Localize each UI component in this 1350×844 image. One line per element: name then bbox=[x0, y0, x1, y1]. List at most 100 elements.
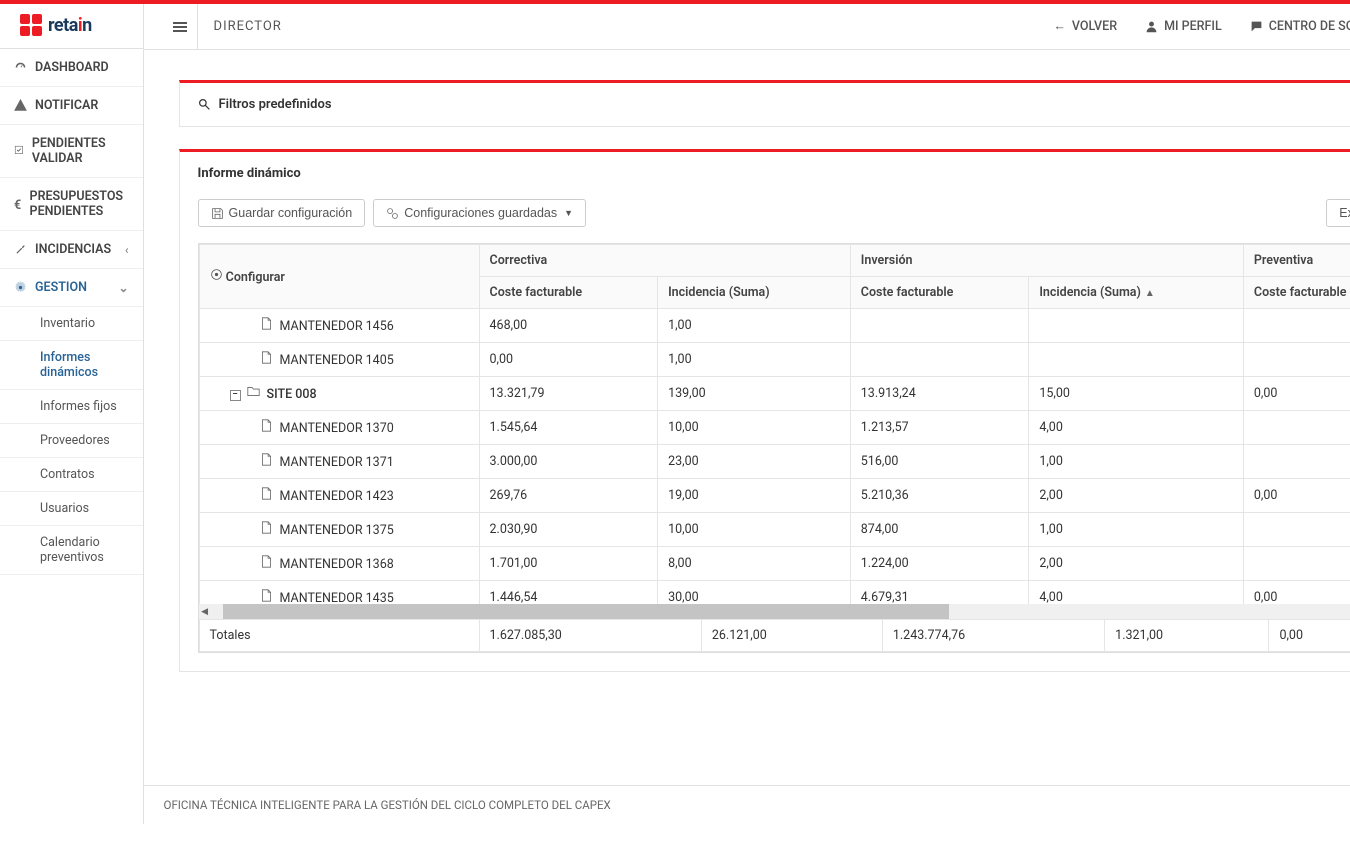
cell: 13.913,24 bbox=[850, 377, 1029, 411]
cell: 269,76 bbox=[479, 479, 658, 513]
support-link[interactable]: CENTRO DE SOPORTE bbox=[1250, 19, 1350, 34]
logo: retain bbox=[0, 4, 143, 49]
subnav-inventario[interactable]: Inventario bbox=[0, 307, 143, 341]
horizontal-scrollbar[interactable]: ◀ ▶ bbox=[199, 604, 1350, 619]
cell bbox=[1029, 343, 1244, 377]
cell: 4.679,31 bbox=[850, 581, 1029, 605]
scroll-left-icon: ◀ bbox=[199, 607, 211, 617]
hamburger-icon bbox=[173, 22, 187, 32]
subnav-informes-dinamicos[interactable]: Informes dinámicos bbox=[0, 341, 143, 390]
cell bbox=[1243, 411, 1350, 445]
cell: 1.701,00 bbox=[479, 547, 658, 581]
file-icon bbox=[260, 555, 274, 568]
file-icon bbox=[260, 351, 274, 364]
subnav-calendario[interactable]: Calendario preventivos bbox=[0, 526, 143, 575]
nav-incidencias[interactable]: INCIDENCIAS‹ bbox=[0, 231, 143, 269]
totals-corr-inc: 26.121,00 bbox=[701, 620, 882, 652]
cell: 0,00 bbox=[1243, 581, 1350, 605]
cell: 1.446,54 bbox=[479, 581, 658, 605]
gauge-icon bbox=[14, 61, 27, 74]
save-config-button[interactable]: Guardar configuración bbox=[198, 199, 366, 227]
filters-toggle[interactable]: Filtros predefinidos ⌄ bbox=[180, 83, 1350, 126]
cell: 468,00 bbox=[479, 309, 658, 343]
menu-toggle[interactable] bbox=[164, 4, 198, 50]
table-row[interactable]: MANTENEDOR 1423269,7619,005.210,362,000,… bbox=[199, 479, 1350, 513]
folder-icon bbox=[247, 385, 261, 398]
subnav-usuarios[interactable]: Usuarios bbox=[0, 492, 143, 526]
logo-icon bbox=[20, 14, 42, 36]
profile-link[interactable]: MI PERFIL bbox=[1145, 19, 1222, 34]
nav-dashboard[interactable]: DASHBOARD bbox=[0, 49, 143, 87]
nav-presupuestos[interactable]: €PRESUPUESTOS PENDIENTES bbox=[0, 178, 143, 231]
cell: 3.000,00 bbox=[479, 445, 658, 479]
nav-notificar[interactable]: NOTIFICAR bbox=[0, 87, 143, 125]
totals-prev-cost: 0,00 bbox=[1269, 620, 1350, 652]
cell: 15,00 bbox=[1029, 377, 1244, 411]
table-row[interactable]: MANTENEDOR 14050,001,00 bbox=[199, 343, 1350, 377]
cell bbox=[1243, 309, 1350, 343]
cell: 0,00 bbox=[1243, 479, 1350, 513]
cell: 0,00 bbox=[479, 343, 658, 377]
gear-icon bbox=[210, 268, 223, 281]
table-row[interactable]: −SITE 00813.321,79139,0013.913,2415,000,… bbox=[199, 377, 1350, 411]
header: DIRECTOR ←VOLVER MI PERFIL CENTRO DE SOP… bbox=[144, 4, 1350, 50]
subnav-proveedores[interactable]: Proveedores bbox=[0, 424, 143, 458]
file-icon bbox=[260, 487, 274, 500]
subnav-contratos[interactable]: Contratos bbox=[0, 458, 143, 492]
sort-asc-icon: ▲ bbox=[1145, 288, 1155, 299]
sidebar: retain DASHBOARD NOTIFICAR PENDIENTES VA… bbox=[0, 4, 144, 824]
table-row[interactable]: MANTENEDOR 13681.701,008,001.224,002,00 bbox=[199, 547, 1350, 581]
cell: 19,00 bbox=[658, 479, 851, 513]
subnav-informes-fijos[interactable]: Informes fijos bbox=[0, 390, 143, 424]
comment-icon bbox=[1250, 20, 1263, 33]
back-link[interactable]: ←VOLVER bbox=[1053, 19, 1117, 34]
table-row[interactable]: MANTENEDOR 13713.000,0023,00516,001,00 bbox=[199, 445, 1350, 479]
table-row[interactable]: MANTENEDOR 14351.446,5430,004.679,314,00… bbox=[199, 581, 1350, 605]
collapse-icon[interactable]: − bbox=[230, 390, 241, 401]
chevron-down-icon: ⌄ bbox=[118, 281, 128, 295]
col-corr-coste[interactable]: Coste facturable bbox=[479, 277, 658, 309]
cell: 10,00 bbox=[658, 411, 851, 445]
group-preventiva[interactable]: Preventiva bbox=[1243, 245, 1350, 277]
col-inv-coste[interactable]: Coste facturable bbox=[850, 277, 1029, 309]
chevron-left-icon: ‹ bbox=[125, 243, 129, 257]
group-correctiva[interactable]: Correctiva bbox=[479, 245, 850, 277]
nav-gestion[interactable]: GESTION⌄ bbox=[0, 269, 143, 307]
check-square-icon bbox=[14, 145, 24, 158]
logo-text: retain bbox=[48, 15, 92, 36]
totals-inv-inc: 1.321,00 bbox=[1105, 620, 1269, 652]
gears-icon bbox=[386, 207, 399, 220]
file-icon bbox=[260, 589, 274, 602]
cell: 4,00 bbox=[1029, 581, 1244, 605]
cell bbox=[1243, 513, 1350, 547]
cell: 1,00 bbox=[658, 309, 851, 343]
group-inversion[interactable]: Inversión bbox=[850, 245, 1243, 277]
col-prev-coste[interactable]: Coste facturable bbox=[1243, 277, 1350, 309]
wrench-icon bbox=[14, 243, 27, 256]
cell: 1,00 bbox=[658, 343, 851, 377]
configure-header[interactable]: Configurar bbox=[199, 245, 479, 309]
file-icon bbox=[260, 317, 274, 330]
table-row[interactable]: MANTENEDOR 13752.030,9010,00874,001,00 bbox=[199, 513, 1350, 547]
saved-configs-button[interactable]: Configuraciones guardadas▼ bbox=[373, 199, 586, 227]
scrollbar-thumb[interactable] bbox=[223, 604, 949, 619]
col-corr-incidencia[interactable]: Incidencia (Suma) bbox=[658, 277, 851, 309]
totals-inv-cost: 1.243.774,76 bbox=[882, 620, 1104, 652]
col-inv-incidencia[interactable]: Incidencia (Suma)▲ bbox=[1029, 277, 1244, 309]
cell: 10,00 bbox=[658, 513, 851, 547]
table-row[interactable]: MANTENEDOR 1456468,001,00 bbox=[199, 309, 1350, 343]
export-excel-button[interactable]: Excel bbox=[1326, 199, 1350, 227]
cell: 23,00 bbox=[658, 445, 851, 479]
cell bbox=[1029, 309, 1244, 343]
report-panel: Informe dinámico Guardar configuración C… bbox=[179, 149, 1350, 672]
cell: 1.545,64 bbox=[479, 411, 658, 445]
nav-pendientes-validar[interactable]: PENDIENTES VALIDAR bbox=[0, 125, 143, 178]
gear-icon bbox=[14, 281, 27, 294]
cell: 1.224,00 bbox=[850, 547, 1029, 581]
cell: 0,00 bbox=[1243, 377, 1350, 411]
cell bbox=[1243, 445, 1350, 479]
footer: OFICINA TÉCNICA INTELIGENTE PARA LA GEST… bbox=[144, 785, 1350, 824]
cell: 874,00 bbox=[850, 513, 1029, 547]
cell: 516,00 bbox=[850, 445, 1029, 479]
table-row[interactable]: MANTENEDOR 13701.545,6410,001.213,574,00 bbox=[199, 411, 1350, 445]
